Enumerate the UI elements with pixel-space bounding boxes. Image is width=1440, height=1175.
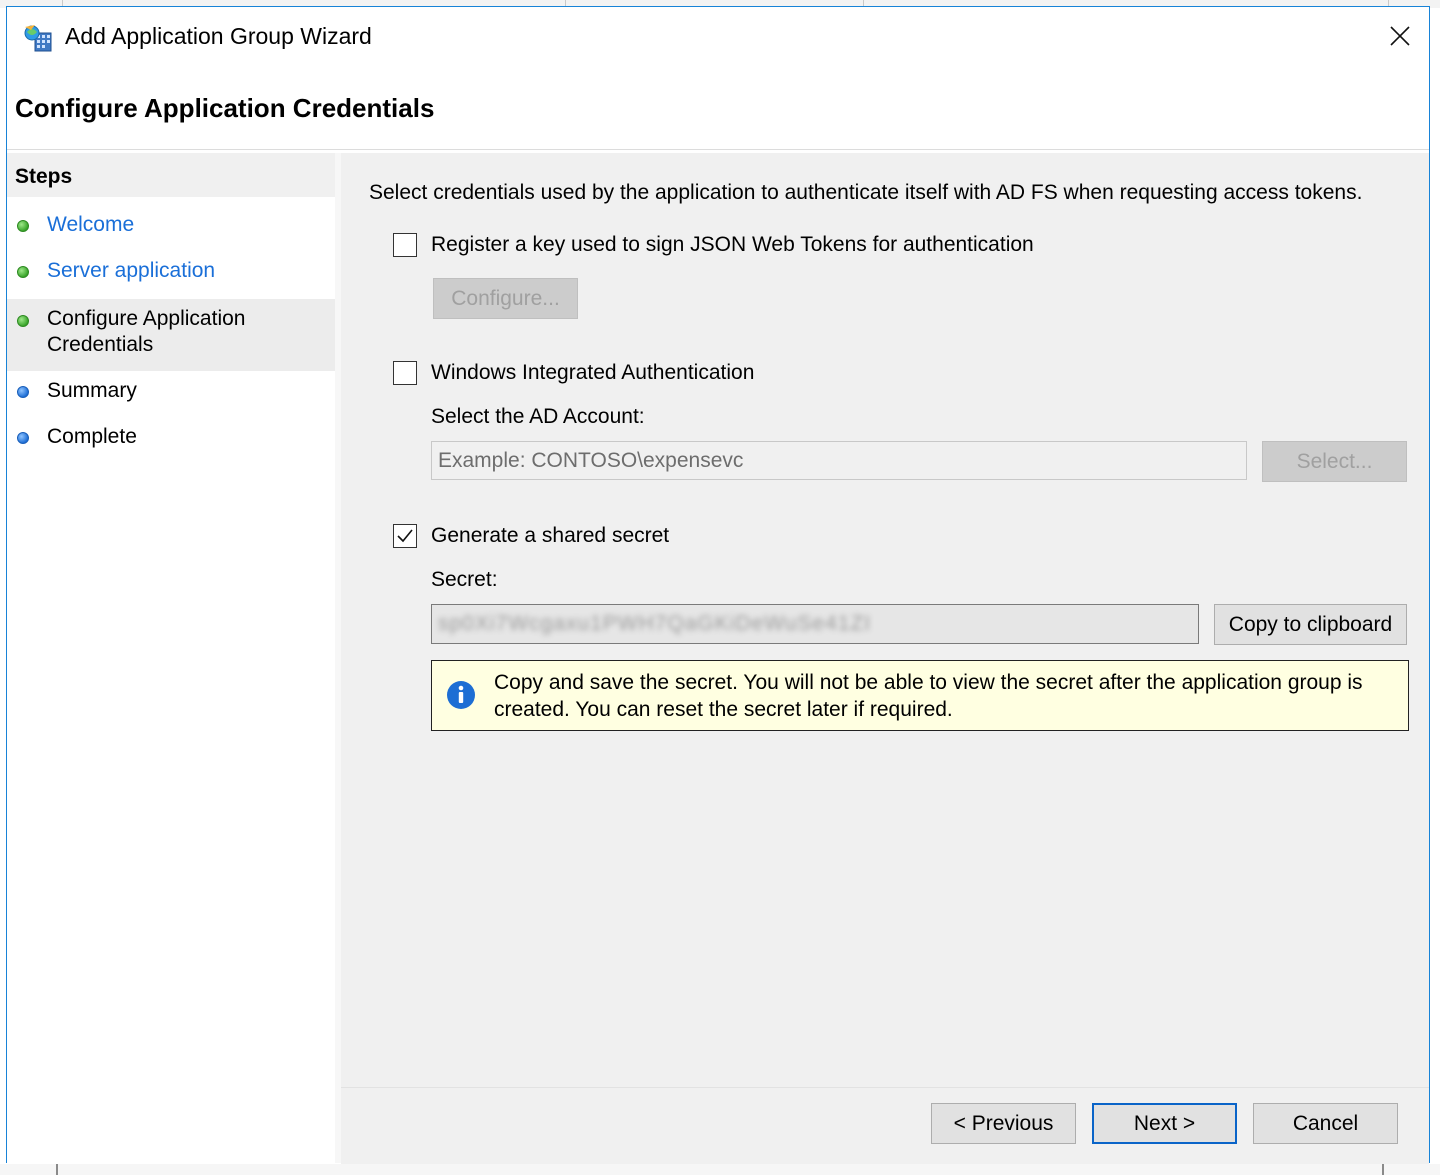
step-done-icon (17, 220, 29, 232)
step-label: Complete (47, 425, 137, 448)
configure-button[interactable]: Configure... (433, 278, 578, 319)
steps-header-label: Steps (15, 165, 73, 188)
step-label: Summary (47, 379, 137, 402)
title-bar: Add Application Group Wizard (7, 7, 1429, 67)
secret-label: Secret: (431, 568, 498, 591)
previous-button[interactable]: < Previous (931, 1103, 1076, 1144)
secret-info-line1: Copy and save the secret. You will not b… (494, 671, 1363, 694)
step-pending-icon (17, 432, 29, 444)
step-label-line1: Configure Application (47, 307, 246, 330)
secret-input[interactable]: sp0Xi7Wcgaxu1PWH7QaGKiDeWuSe41ZI (431, 604, 1199, 644)
jwt-checkbox-label[interactable]: Register a key used to sign JSON Web Tok… (431, 233, 1034, 257)
background-strip-bottom (0, 1164, 1440, 1175)
steps-panel: Steps Welcome Server application Configu… (7, 153, 335, 1163)
step-complete: Complete (7, 421, 335, 453)
bg-tick (56, 1164, 58, 1175)
footer-bar: < Previous Next > Cancel (341, 1087, 1429, 1164)
cancel-button[interactable]: Cancel (1253, 1103, 1398, 1144)
jwt-checkbox[interactable] (393, 233, 417, 257)
step-done-icon (17, 315, 29, 327)
intro-text: Select credentials used by the applicati… (369, 181, 1363, 204)
window-title: Add Application Group Wizard (65, 23, 372, 49)
step-configure-application-credentials: Configure Application Credentials (7, 299, 335, 371)
ad-account-label: Select the AD Account: (431, 405, 645, 428)
step-server-application[interactable]: Server application (7, 255, 335, 287)
shared-secret-checkbox[interactable] (393, 524, 417, 548)
step-summary: Summary (7, 375, 335, 407)
close-button[interactable] (1377, 15, 1423, 57)
content-panel: Select credentials used by the applicati… (341, 153, 1429, 1087)
step-done-icon (17, 266, 29, 278)
select-account-button[interactable]: Select... (1262, 441, 1407, 482)
secret-value: sp0Xi7Wcgaxu1PWH7QaGKiDeWuSe41ZI (438, 612, 872, 635)
wia-checkbox[interactable] (393, 361, 417, 385)
copy-to-clipboard-button[interactable]: Copy to clipboard (1214, 604, 1407, 645)
secret-info-box: Copy and save the secret. You will not b… (431, 660, 1409, 731)
step-pending-icon (17, 386, 29, 398)
step-label-line2: Credentials (47, 333, 154, 356)
app-group-wizard-icon (23, 23, 55, 55)
header-separator (7, 149, 1429, 150)
close-icon (1390, 26, 1410, 46)
ad-account-input[interactable]: Example: CONTOSO\expensevc (431, 441, 1247, 480)
step-label[interactable]: Welcome (47, 212, 134, 238)
wia-checkbox-label[interactable]: Windows Integrated Authentication (431, 361, 754, 385)
next-button[interactable]: Next > (1092, 1103, 1237, 1144)
step-label[interactable]: Server application (47, 258, 215, 284)
page-heading: Configure Application Credentials (15, 93, 435, 123)
steps-header: Steps (7, 153, 335, 197)
step-welcome[interactable]: Welcome (7, 209, 335, 241)
bg-tick (1382, 1164, 1384, 1175)
shared-secret-checkbox-label[interactable]: Generate a shared secret (431, 524, 669, 548)
wizard-window: Add Application Group Wizard Configure A… (6, 6, 1430, 1164)
secret-info-text: Copy and save the secret. You will not b… (494, 669, 1394, 723)
secret-info-line2: created. You can reset the secret later … (494, 698, 953, 721)
info-icon (447, 681, 475, 709)
checkmark-icon (397, 529, 413, 543)
